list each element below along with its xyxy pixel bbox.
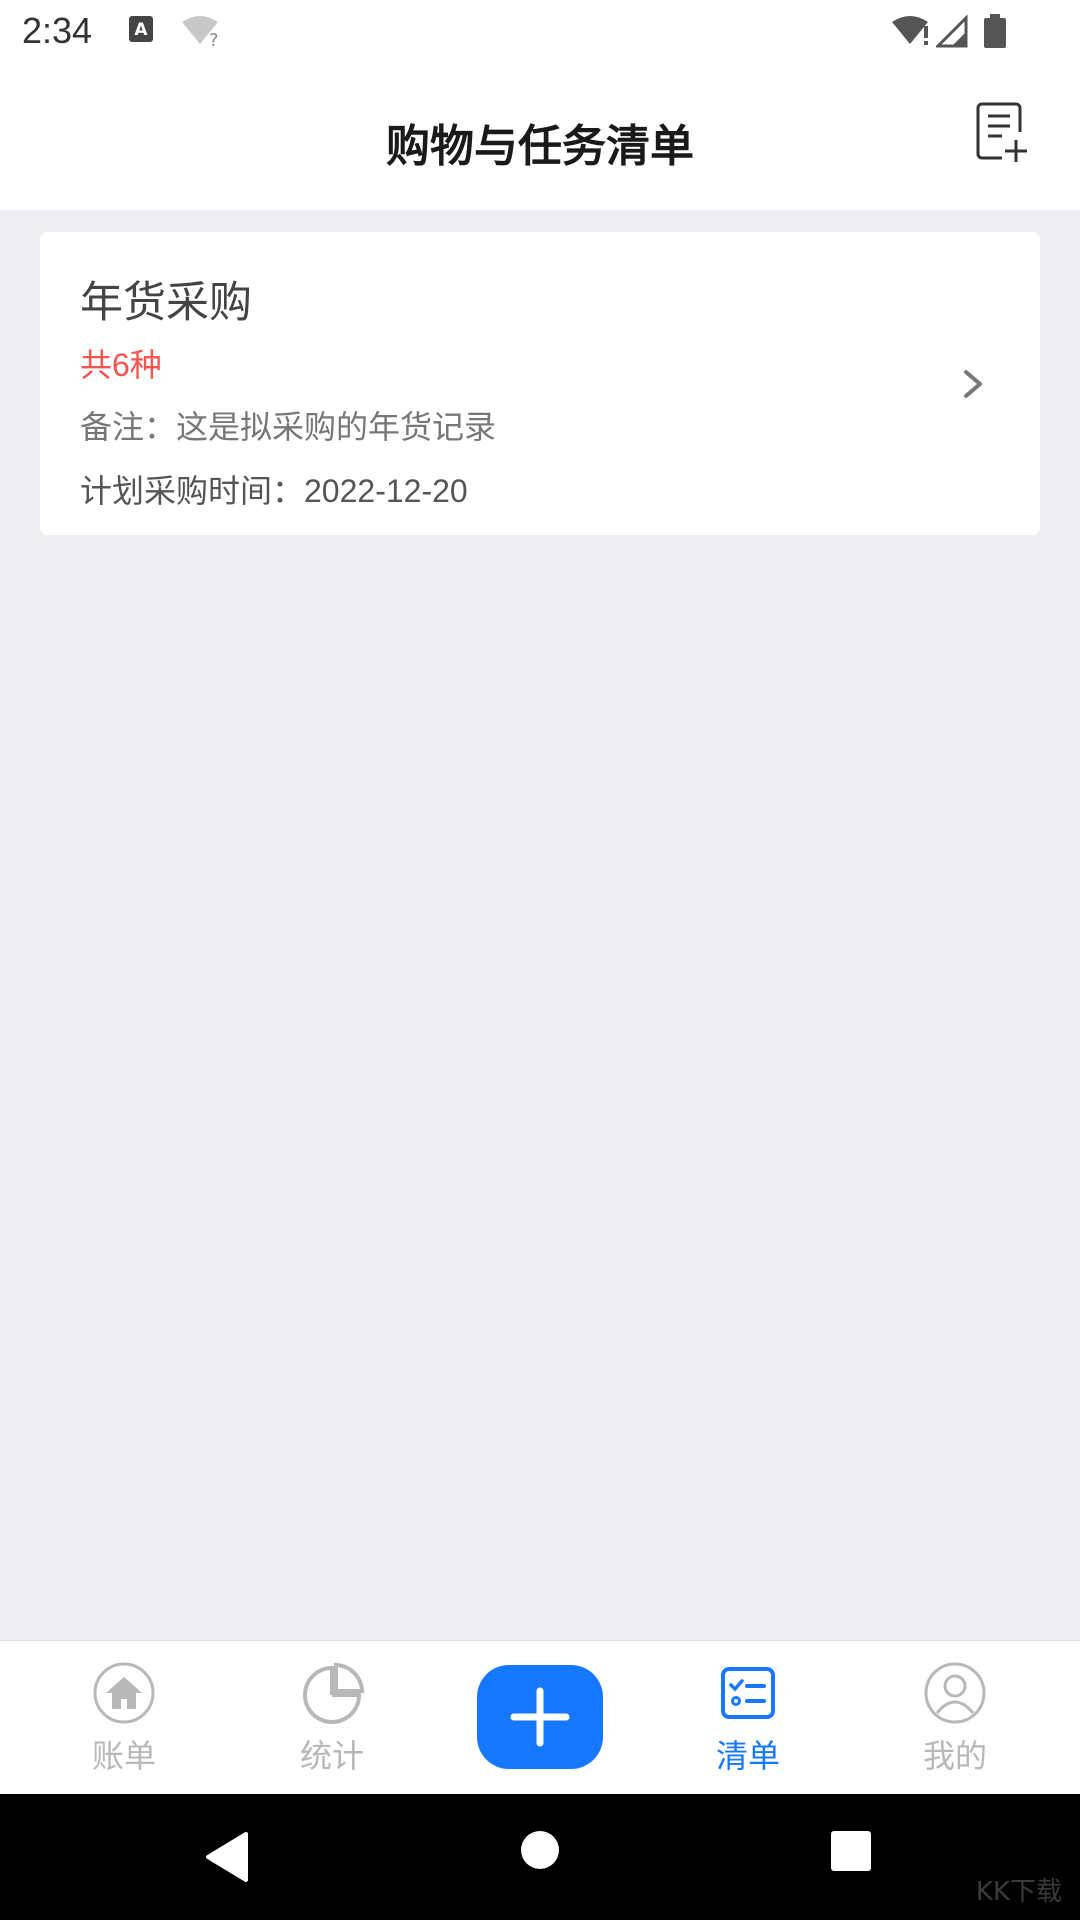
recents-icon[interactable] <box>830 1830 872 1872</box>
back-icon[interactable] <box>202 1830 252 1884</box>
chevron-right-icon <box>964 370 982 398</box>
svg-text:?: ? <box>209 30 219 48</box>
signal-icon <box>934 14 968 52</box>
plus-icon <box>510 1687 570 1747</box>
tab-label: 我的 <box>922 1737 987 1775</box>
add-list-button[interactable] <box>976 102 1028 164</box>
bottom-tab-bar: 账单 统计 清单 我的 <box>0 1640 1080 1795</box>
app-header: 购物与任务清单 <box>0 64 1080 210</box>
system-nav-bar: KK下载 <box>0 1794 1080 1920</box>
list-note: 备注：这是拟采购的年货记录 <box>80 408 497 446</box>
home-icon <box>93 1662 155 1724</box>
planned-date: 计划采购时间：2022-12-20 <box>80 473 468 509</box>
tab-checklist[interactable]: 清单 <box>688 1661 808 1781</box>
home-nav-icon[interactable] <box>520 1830 560 1870</box>
status-time: 2:34 <box>22 10 93 51</box>
keyboard-a-icon: A <box>128 14 156 50</box>
tab-label: 统计 <box>299 1737 364 1775</box>
tab-profile[interactable]: 我的 <box>895 1661 1015 1781</box>
svg-text:A: A <box>134 20 148 40</box>
list-title: 年货采购 <box>80 278 252 328</box>
checklist-icon <box>721 1667 775 1719</box>
tab-stats[interactable]: 统计 <box>272 1661 392 1781</box>
watermark: KK下载 <box>975 1877 1062 1907</box>
status-bar: 2:34 A ? <box>0 0 1080 64</box>
wifi-unknown-icon: ? <box>180 14 220 52</box>
pie-chart-icon <box>303 1662 364 1724</box>
add-record-button[interactable] <box>477 1665 603 1769</box>
item-count: 共6种 <box>80 347 162 383</box>
battery-icon <box>984 14 1006 52</box>
tab-bills[interactable]: 账单 <box>64 1661 184 1781</box>
list-card[interactable]: 年货采购 共6种 备注：这是拟采购的年货记录 计划采购时间：2022-12-20 <box>40 232 1040 535</box>
tab-label: 清单 <box>715 1737 780 1775</box>
wifi-alert-icon <box>890 14 932 52</box>
page-title: 购物与任务清单 <box>386 121 694 172</box>
profile-icon <box>924 1662 986 1724</box>
add-list-icon <box>976 102 1027 162</box>
tab-label: 账单 <box>91 1737 156 1775</box>
